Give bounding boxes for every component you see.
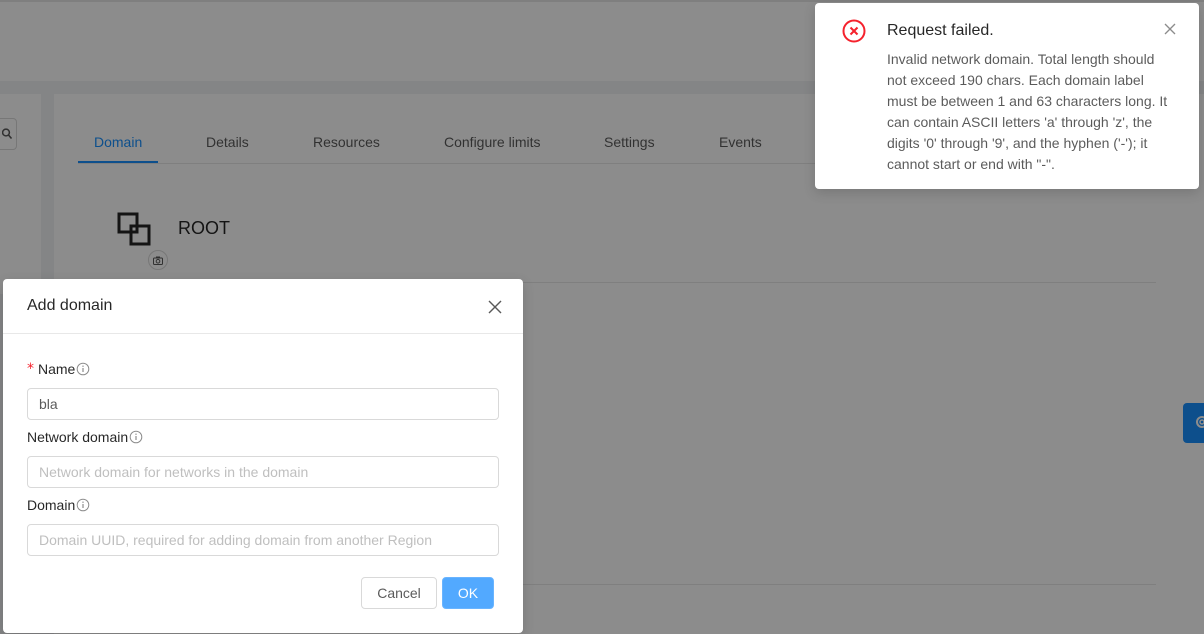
cancel-button[interactable]: Cancel	[361, 577, 437, 609]
ok-button[interactable]: OK	[442, 577, 494, 609]
name-label: * Name	[27, 361, 90, 377]
domain-label: Domain	[27, 497, 90, 513]
close-icon[interactable]	[485, 297, 505, 317]
close-icon[interactable]	[1163, 22, 1177, 36]
domain-label-text: Domain	[27, 497, 76, 513]
name-input[interactable]	[27, 388, 499, 420]
network-domain-label-text: Network domain	[27, 429, 129, 445]
error-notification: Request failed. Invalid network domain. …	[815, 3, 1199, 189]
add-domain-dialog: Add domain * Name Network domain Domain	[3, 279, 523, 633]
close-circle-icon	[842, 19, 866, 43]
info-icon[interactable]	[76, 498, 90, 512]
modal-title: Add domain	[27, 297, 113, 314]
info-icon[interactable]	[76, 362, 90, 376]
modal-header: Add domain	[3, 279, 523, 334]
required-mark: *	[27, 361, 34, 377]
name-label-text: Name	[38, 361, 76, 377]
notification-title: Request failed.	[887, 22, 994, 39]
network-domain-label: Network domain	[27, 429, 143, 445]
notification-description: Invalid network domain. Total length sho…	[887, 51, 1168, 172]
info-icon[interactable]	[129, 430, 143, 444]
domain-uuid-input[interactable]	[27, 524, 499, 556]
network-domain-input[interactable]	[27, 456, 499, 488]
